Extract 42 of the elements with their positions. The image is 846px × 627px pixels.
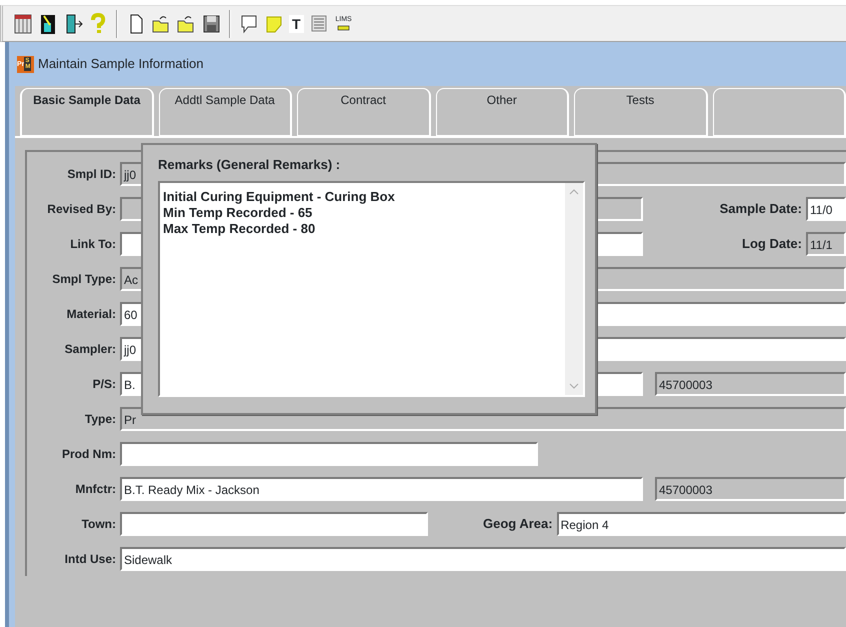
field-label: Smpl Type: — [51, 270, 117, 288]
field-label: Town: — [80, 516, 117, 532]
tab[interactable]: Basic Sample Data — [20, 88, 154, 136]
text-field[interactable]: B.T. Ready Mix - Jackson — [120, 476, 643, 500]
text-field[interactable] — [120, 442, 538, 466]
window-title: Maintain Sample Information — [38, 55, 204, 74]
tab[interactable]: Tests — [574, 88, 708, 136]
text-line: Initial Curing Equipment - Curing Box — [163, 189, 396, 205]
text-field[interactable]: Sidewalk — [120, 546, 846, 570]
text-field[interactable]: 45700003 — [655, 476, 846, 500]
text-field[interactable]: Region 4 — [556, 512, 846, 536]
tool-icon[interactable] — [38, 12, 58, 34]
field-label: Sampler: — [64, 340, 117, 358]
field-label: Link To: — [69, 236, 117, 252]
field-label: Sample Date: — [720, 200, 803, 218]
field-label: P/S: — [92, 376, 117, 392]
speech-bubble-icon[interactable] — [239, 12, 259, 34]
text-line: Min Temp Recorded - 65 — [163, 205, 314, 221]
field-label: Mnfctr: — [74, 480, 117, 498]
save-icon[interactable] — [201, 12, 221, 34]
text-field[interactable]: 45700003 — [655, 372, 846, 396]
text-field[interactable]: 11/0 — [806, 196, 846, 220]
text-field[interactable]: 11/1 — [806, 232, 846, 256]
remarks-label: Remarks (General Remarks) : — [158, 156, 342, 174]
tab[interactable]: Other — [436, 88, 570, 136]
field-label: Smpl ID: — [66, 166, 117, 182]
field-label: Material: — [66, 306, 117, 322]
text-line: Max Temp Recorded - 80 — [163, 221, 316, 237]
grid-icon[interactable] — [13, 12, 33, 34]
field-label: Prod Nm: — [61, 446, 117, 462]
text-tool-button[interactable]: T — [289, 14, 304, 32]
list-icon[interactable] — [308, 12, 329, 34]
field-label: Log Date: — [742, 234, 803, 253]
tab[interactable]: Contract — [297, 88, 431, 136]
field-label: Geog Area: — [483, 514, 554, 533]
text-field[interactable] — [120, 512, 428, 536]
tab[interactable]: Addtl Sample Data — [158, 88, 292, 136]
remarks-text-area[interactable]: Initial Curing Equipment - Curing Box Min Temp Recorded - 65 Max Temp Recorded - 80 — [158, 181, 585, 397]
device-icon — [336, 23, 352, 31]
field-label: Revised By: — [46, 200, 117, 218]
field-label: Intd Use: — [64, 550, 117, 568]
field-label: Type: — [84, 410, 117, 428]
